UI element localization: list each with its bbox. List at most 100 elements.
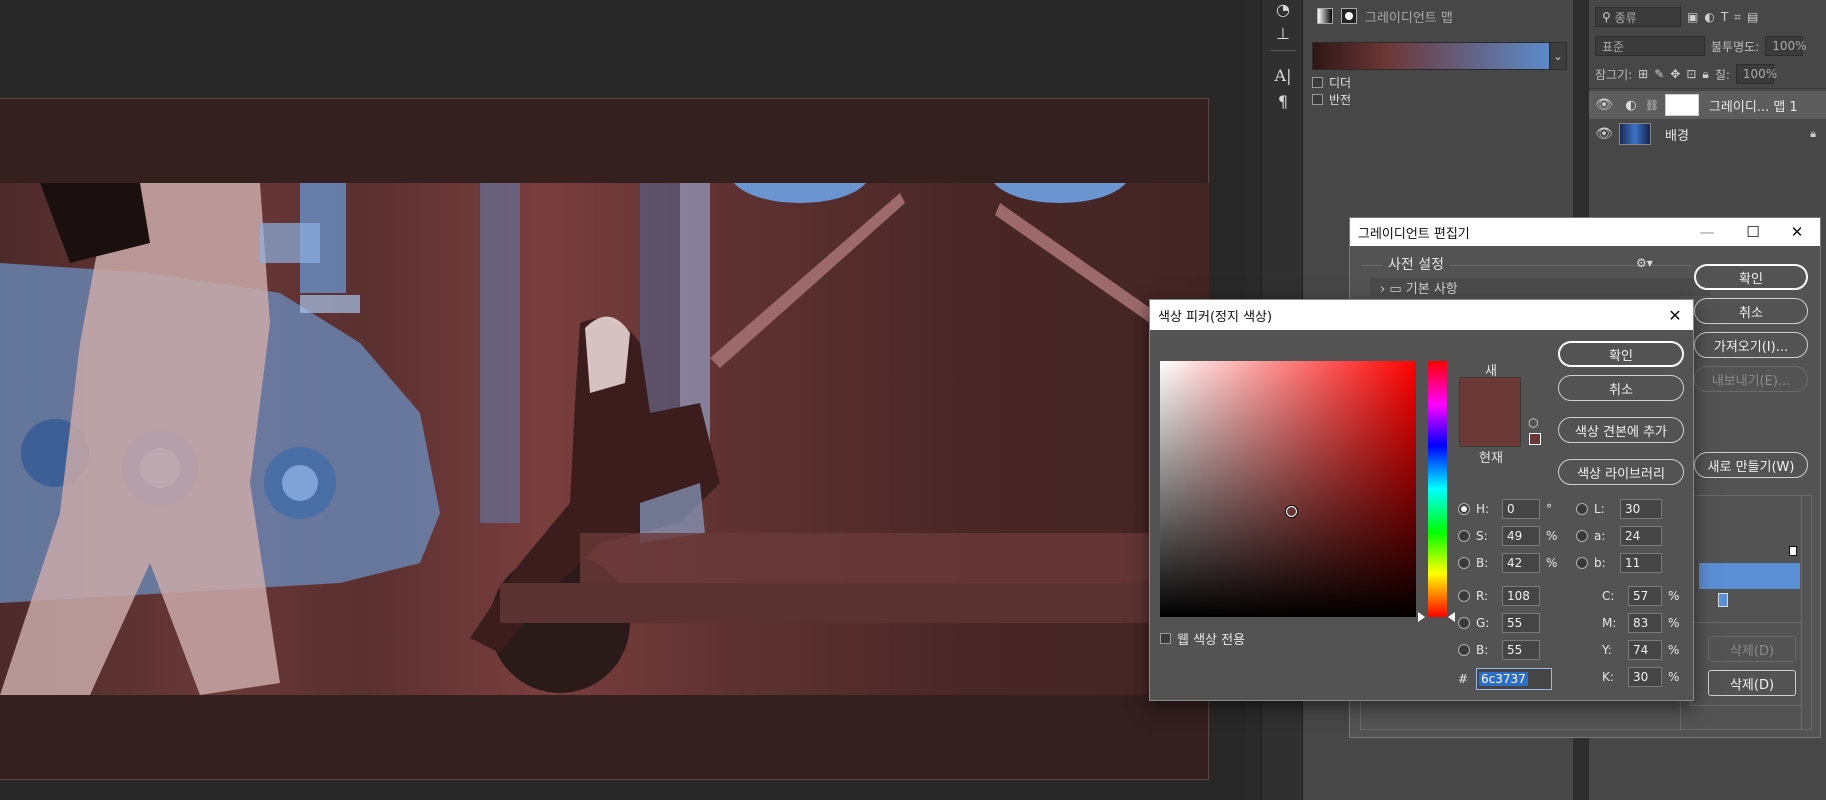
shape-filter-icon[interactable]: ⌗	[1734, 10, 1741, 25]
dither-checkbox[interactable]	[1312, 77, 1323, 88]
lab-b-input[interactable]: 11	[1620, 553, 1662, 573]
lab-l-radio[interactable]	[1576, 503, 1588, 515]
color-picker-titlebar[interactable]: 색상 피커(정지 색상)	[1150, 300, 1693, 330]
hue-slider[interactable]	[1428, 361, 1447, 617]
add-to-swatches-button[interactable]: 색상 견본에 추가	[1558, 417, 1684, 443]
mask-icon[interactable]	[1341, 8, 1357, 24]
green-field[interactable]: G: 55	[1458, 612, 1540, 634]
gradient-bar[interactable]	[1699, 563, 1800, 589]
blend-mode-select[interactable]: 표준	[1595, 36, 1705, 56]
magenta-input[interactable]: 83	[1628, 613, 1662, 633]
cyan-input[interactable]: 57	[1628, 586, 1662, 606]
lab-l-field[interactable]: L: 30	[1576, 498, 1662, 520]
lock-all-icon[interactable]: 🔒︎	[1702, 67, 1708, 82]
color-field-cursor[interactable]	[1286, 506, 1297, 517]
red-field[interactable]: R: 108	[1458, 585, 1540, 607]
minimize-icon[interactable]: —	[1684, 218, 1730, 246]
gear-icon[interactable]: ⚙▾	[1636, 256, 1653, 270]
dither-option[interactable]: 디더	[1312, 74, 1351, 91]
delete-opacity-stop-button[interactable]: 삭제(D)	[1708, 636, 1796, 662]
eye-icon[interactable]: 👁︎	[1589, 97, 1619, 113]
websafe-swatch[interactable]	[1529, 433, 1541, 445]
delete-color-stop-button[interactable]: 삭제(D)	[1708, 670, 1796, 696]
color-ok-button[interactable]: 확인	[1558, 341, 1684, 367]
red-input[interactable]: 108	[1502, 586, 1540, 606]
saturation-brightness-field[interactable]	[1160, 361, 1416, 617]
lock-paint-icon[interactable]: ✎	[1654, 67, 1664, 81]
reverse-option[interactable]: 반전	[1312, 91, 1351, 108]
history-icon[interactable]: ◔	[1262, 0, 1304, 22]
color-cancel-button[interactable]: 취소	[1558, 375, 1684, 401]
lab-l-input[interactable]: 30	[1620, 499, 1662, 519]
color-stop-handle[interactable]	[1718, 593, 1728, 607]
gradient-export-button[interactable]: 내보내기(E)...	[1694, 366, 1808, 392]
websafe-option[interactable]: 웹 색상 전용	[1160, 629, 1245, 648]
black-input[interactable]: 30	[1628, 667, 1662, 687]
brightness-radio[interactable]	[1458, 557, 1470, 569]
chevron-right-icon[interactable]: ›	[1380, 282, 1385, 297]
gradient-editor-titlebar[interactable]: 그레이디언트 편집기 — ☐ ✕	[1350, 218, 1820, 246]
stamp-icon[interactable]: ⊥	[1262, 20, 1304, 46]
maximize-icon[interactable]: ☐	[1730, 218, 1776, 246]
color-libraries-button[interactable]: 색상 라이브러리	[1558, 459, 1684, 485]
lock-pixels-icon[interactable]: ⊞	[1638, 67, 1648, 81]
blue-field[interactable]: B: 55	[1458, 639, 1540, 661]
lab-b-radio[interactable]	[1576, 557, 1588, 569]
lab-a-field[interactable]: a: 24	[1576, 525, 1662, 547]
hue-radio[interactable]	[1458, 503, 1470, 515]
cyan-field[interactable]: C: 57 %	[1602, 585, 1684, 607]
character-icon[interactable]: A|	[1262, 62, 1304, 88]
link-icon[interactable]: ⛓︎	[1645, 99, 1659, 112]
yellow-input[interactable]: 74	[1628, 640, 1662, 660]
hue-slider-right-arrow[interactable]	[1448, 612, 1455, 622]
document-image[interactable]	[0, 183, 1209, 695]
websafe-checkbox[interactable]	[1160, 633, 1171, 644]
green-radio[interactable]	[1458, 617, 1470, 629]
opacity-input[interactable]: 100%	[1765, 36, 1807, 56]
lab-a-radio[interactable]	[1576, 530, 1588, 542]
saturation-input[interactable]: 49	[1502, 526, 1540, 546]
gradient-import-button[interactable]: 가져오기(I)...	[1694, 332, 1808, 358]
blue-radio[interactable]	[1458, 644, 1470, 656]
lock-artboard-icon[interactable]: ⊡	[1686, 67, 1696, 81]
hue-input[interactable]: 0	[1502, 499, 1540, 519]
red-radio[interactable]	[1458, 590, 1470, 602]
hex-input[interactable]: 6c3737	[1476, 668, 1552, 690]
yellow-field[interactable]: Y: 74 %	[1602, 639, 1684, 661]
gradient-preview[interactable]	[1312, 42, 1559, 70]
image-filter-icon[interactable]: ▣	[1687, 10, 1698, 24]
magenta-field[interactable]: M: 83 %	[1602, 612, 1684, 634]
preset-folder[interactable]: › ▭ 기본 사항	[1370, 278, 1710, 297]
layer-row-background[interactable]: 👁︎ 배경 🔒︎	[1589, 120, 1826, 148]
chevron-down-icon[interactable]: ⌄	[1549, 42, 1567, 70]
gradient-new-button[interactable]: 새로 만들기(W)	[1694, 452, 1808, 478]
fill-input[interactable]: 100%	[1735, 64, 1777, 84]
brightness-field[interactable]: B: 42 %	[1458, 552, 1562, 574]
lab-a-input[interactable]: 24	[1620, 526, 1662, 546]
blue-input[interactable]: 55	[1502, 640, 1540, 660]
adjustment-filter-icon[interactable]: ◐	[1704, 10, 1714, 24]
opacity-stop-handle[interactable]	[1789, 546, 1797, 556]
gradient-cancel-button[interactable]: 취소	[1694, 298, 1808, 324]
hue-field[interactable]: H: 0 °	[1458, 498, 1562, 520]
green-input[interactable]: 55	[1502, 613, 1540, 633]
brightness-input[interactable]: 42	[1502, 553, 1540, 573]
close-icon[interactable]: ✕	[1774, 218, 1820, 246]
paragraph-icon[interactable]: ¶	[1262, 88, 1304, 114]
close-icon[interactable]: ✕	[1657, 300, 1693, 330]
hex-field[interactable]: # 6c3737	[1458, 668, 1552, 690]
type-filter-icon[interactable]: T	[1721, 10, 1728, 24]
canvas-area[interactable]	[0, 0, 1245, 800]
smart-filter-icon[interactable]: ▤	[1747, 10, 1758, 24]
reverse-checkbox[interactable]	[1312, 94, 1323, 105]
layer-filter-select[interactable]: ⚲ 종류	[1595, 7, 1681, 27]
layer-mask-thumbnail[interactable]	[1664, 94, 1699, 116]
layer-row-gradient-map[interactable]: 👁︎ ◐ ⛓︎ 그레이디... 맵 1	[1589, 91, 1826, 119]
eye-icon[interactable]: 👁︎	[1589, 126, 1619, 142]
lock-position-icon[interactable]: ✥	[1670, 67, 1680, 81]
saturation-field[interactable]: S: 49 %	[1458, 525, 1562, 547]
black-field[interactable]: K: 30 %	[1602, 666, 1684, 688]
saturation-radio[interactable]	[1458, 530, 1470, 542]
hue-slider-left-arrow[interactable]	[1418, 612, 1425, 622]
out-of-gamut-cube-icon[interactable]: ⬡	[1528, 416, 1538, 430]
